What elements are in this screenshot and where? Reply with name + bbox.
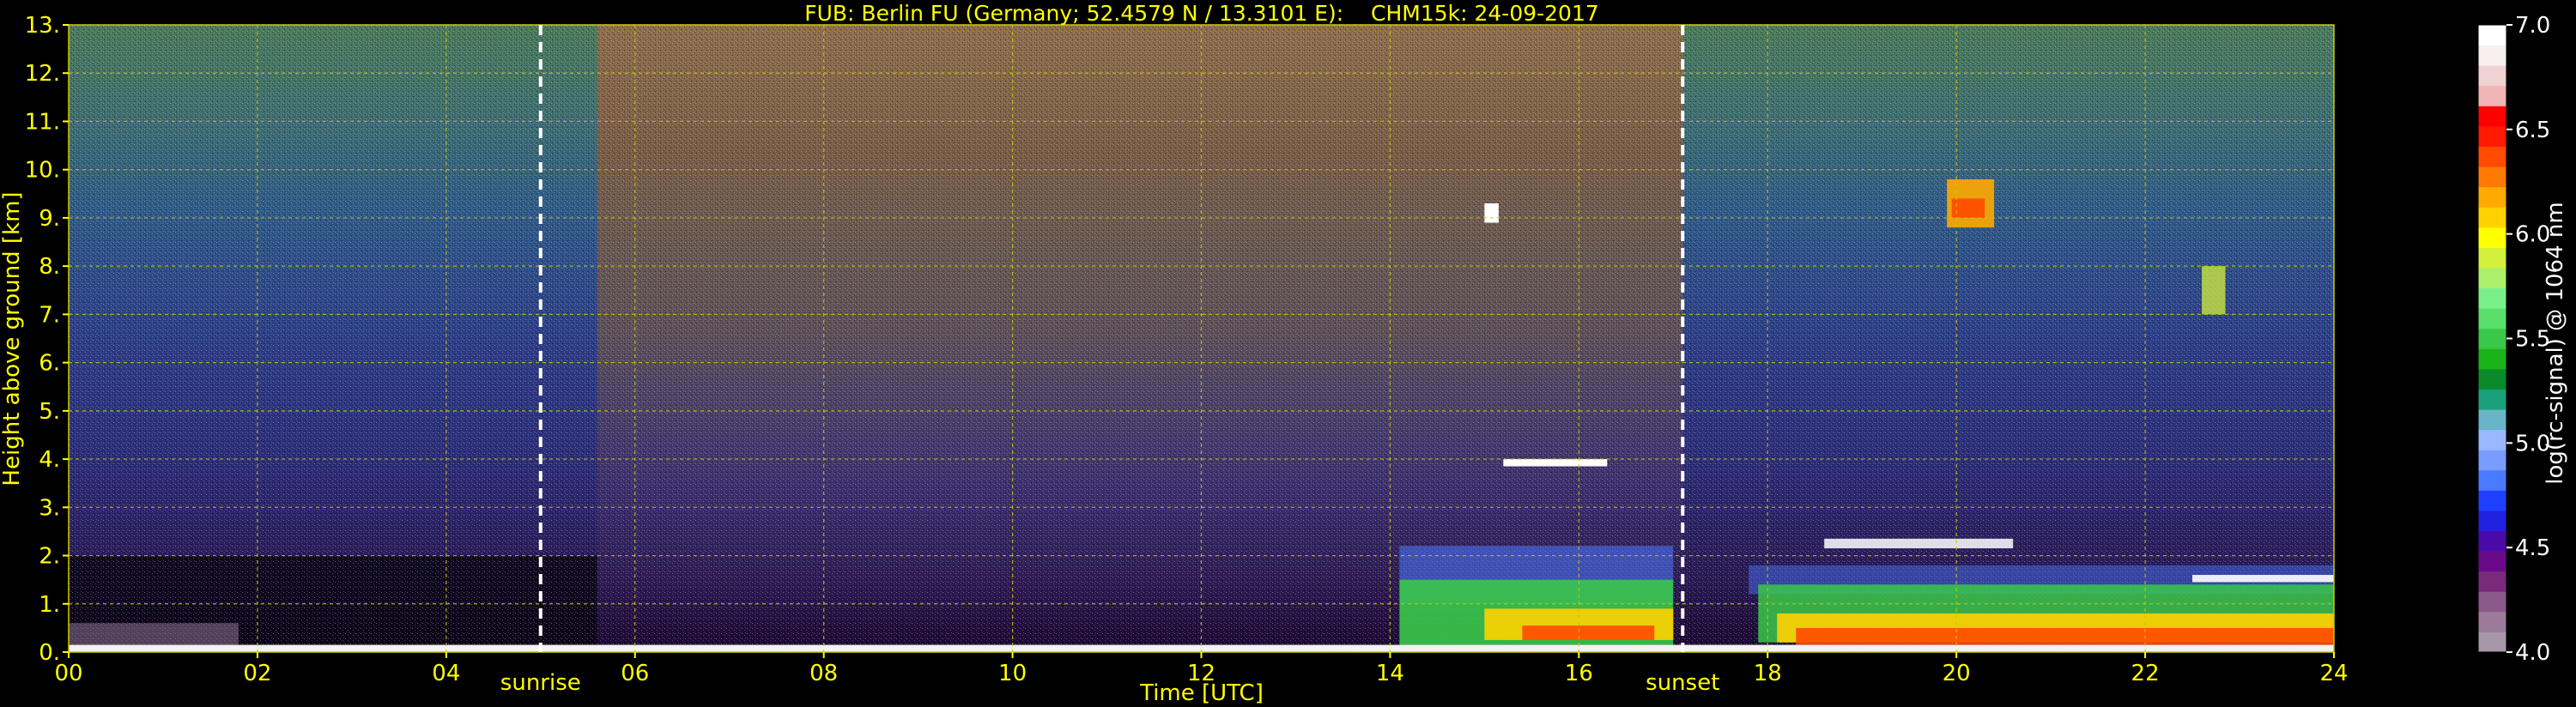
y-tick-label: 6. — [39, 351, 60, 377]
colorbar-swatch — [2478, 125, 2506, 147]
colorbar-swatch — [2478, 45, 2506, 66]
y-axis: 0. 1. 2. 3. 4. 5. 6. 7. 8. 9. 10. 11. 12. 13. — [25, 13, 69, 666]
boundary-layer-core — [1522, 625, 1655, 640]
boundary-layer-core — [1796, 627, 2334, 645]
plot-area — [69, 25, 2334, 652]
x-tick-label: 14 — [1376, 661, 1404, 686]
colorbar-swatch — [2478, 348, 2506, 370]
colorbar-swatch — [2478, 247, 2506, 269]
y-tick-label: 12. — [25, 61, 60, 87]
colorbar-swatch — [2478, 409, 2506, 431]
colorbar-swatch — [2478, 368, 2506, 390]
sunrise-label: sunrise — [500, 670, 581, 696]
y-tick-label: 3. — [39, 495, 60, 521]
x-tick-label: 20 — [1943, 661, 1971, 686]
y-tick-label: 0. — [39, 640, 60, 666]
colorbar-swatch — [2478, 611, 2506, 632]
colorbar-swatch — [2478, 207, 2506, 228]
colorbar-swatch — [2478, 490, 2506, 511]
boundary-layer-edge — [2192, 575, 2334, 583]
layer-edge — [1824, 538, 2014, 549]
colorbar-swatch — [2478, 429, 2506, 450]
x-tick-label: 18 — [1754, 661, 1782, 686]
y-tick-label: 7. — [39, 302, 60, 328]
y-tick-label: 8. — [39, 254, 60, 280]
colorbar-tick-label: 4.0 — [2515, 640, 2550, 666]
colorbar-swatch — [2478, 146, 2506, 167]
colorbar-swatch — [2478, 510, 2506, 532]
x-tick-label: 08 — [809, 661, 838, 686]
colorbar-swatch — [2478, 571, 2506, 592]
colorbar-swatch — [2478, 591, 2506, 613]
colorbar-swatch — [2478, 287, 2506, 309]
y-tick-label: 1. — [39, 592, 60, 618]
y-tick-label: 5. — [39, 399, 60, 425]
colorbar-swatch — [2478, 530, 2506, 552]
near-surface-aerosol — [69, 623, 239, 645]
colorbar-swatch — [2478, 25, 2506, 46]
colorbar-swatch — [2478, 551, 2506, 572]
colorbar-swatch — [2478, 308, 2506, 329]
y-tick-label: 11. — [25, 109, 60, 135]
colorbar-swatch — [2478, 450, 2506, 471]
x-axis-label: Time [UTC] — [1139, 680, 1264, 706]
x-tick-label: 24 — [2319, 661, 2348, 686]
colorbar-swatch — [2478, 469, 2506, 491]
colorbar-label: log(rc-signal) @ 1064 nm — [2543, 202, 2568, 484]
chart: sunrise sunset 00 02 04 06 08 10 12 14 16 18 20 22 24… — [0, 1, 2568, 706]
colorbar-swatch — [2478, 631, 2506, 653]
colorbar-swatch — [2478, 85, 2506, 106]
colorbar-swatch — [2478, 186, 2506, 208]
colorbar-tick-label: 6.5 — [2515, 118, 2550, 143]
cirrus — [2202, 266, 2226, 315]
colorbar: 4.04.55.05.56.06.57.0 — [2477, 13, 2550, 666]
sunset-label: sunset — [1646, 670, 1719, 696]
colorbar-swatch — [2478, 267, 2506, 289]
colorbar-swatch — [2478, 328, 2506, 349]
x-tick-label: 04 — [432, 661, 460, 686]
x-tick-label: 22 — [2131, 661, 2160, 686]
x-tick-label: 16 — [1565, 661, 1593, 686]
colorbar-tick-label: 7.0 — [2515, 13, 2550, 39]
y-tick-label: 4. — [39, 447, 60, 473]
y-tick-label: 13. — [25, 13, 60, 39]
y-axis-label: Height above ground [km] — [0, 191, 25, 486]
x-tick-label: 02 — [243, 661, 271, 686]
colorbar-swatch — [2478, 65, 2506, 87]
colorbar-swatch — [2478, 389, 2506, 410]
x-tick-label: 06 — [621, 661, 649, 686]
y-tick-label: 2. — [39, 544, 60, 570]
colorbar-swatch — [2478, 166, 2506, 188]
x-tick-label: 10 — [998, 661, 1027, 686]
colorbar-swatch — [2478, 106, 2506, 127]
cirrus — [1951, 198, 1985, 218]
chart-title: FUB: Berlin FU (Germany; 52.4579 N / 13.… — [804, 1, 1599, 26]
y-tick-label: 9. — [39, 206, 60, 232]
y-tick-label: 10. — [25, 158, 60, 184]
noise-texture — [69, 25, 2334, 652]
colorbar-swatch — [2478, 227, 2506, 248]
cloud — [1484, 203, 1499, 223]
colorbar-tick-label: 4.5 — [2515, 535, 2550, 561]
cloud — [1503, 459, 1608, 467]
